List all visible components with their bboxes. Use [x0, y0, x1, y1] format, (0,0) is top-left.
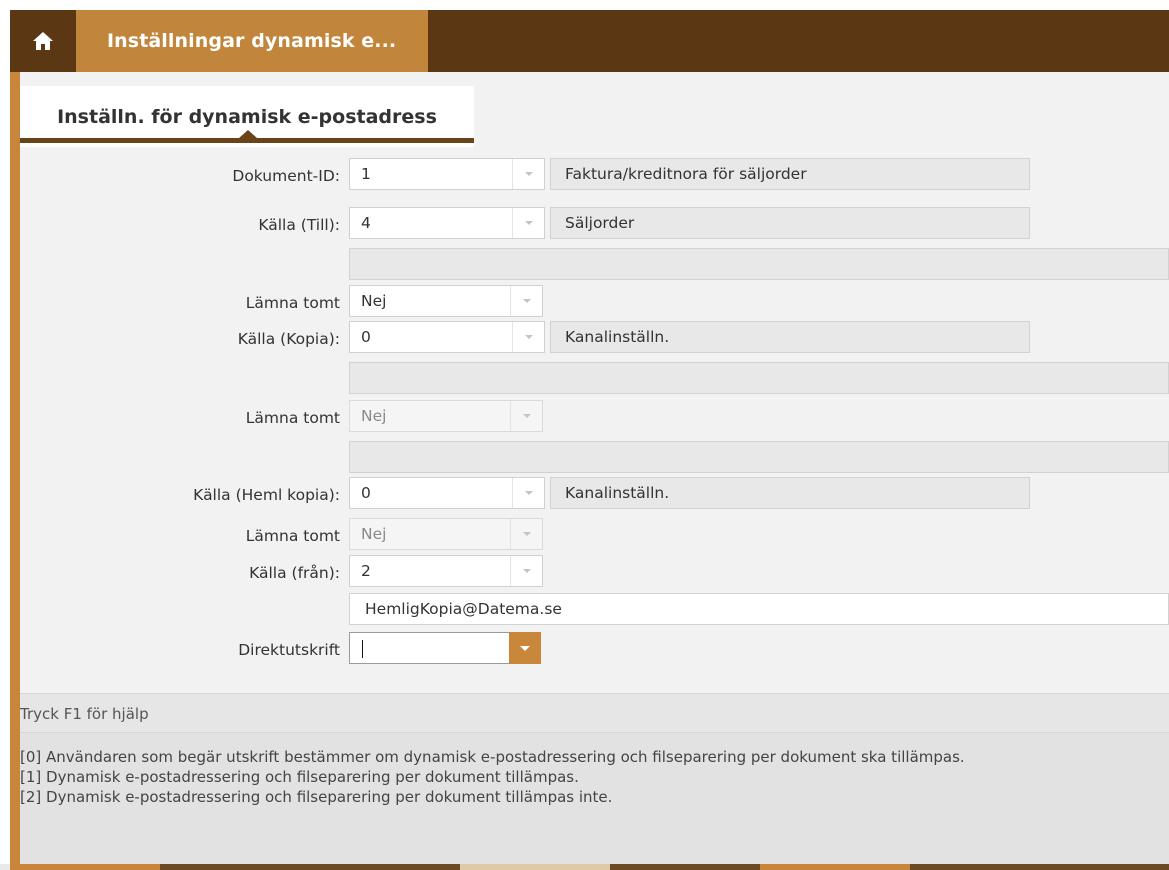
frame-left-border	[10, 72, 20, 870]
lamna-tomt-2-label: Lämna tomt	[245, 409, 340, 427]
tab-label: Inställn. för dynamisk e-postadress	[57, 105, 437, 128]
top-strip	[0, 0, 1169, 10]
main-frame: Inställn. för dynamisk e-postadress Doku…	[20, 72, 1169, 870]
kalla-kopia-address-field[interactable]	[349, 362, 1169, 394]
lamna-tomt-2-value: Nej	[361, 407, 387, 425]
kalla-heml-kopia-description-text: Kanalinställn.	[565, 484, 670, 502]
help-line-1: [1] Dynamisk e-postadressering och filse…	[20, 768, 579, 786]
title-bar: Inställningar dynamisk e...	[10, 10, 1169, 72]
chevron-down-icon	[522, 299, 531, 303]
active-tab-pointer	[239, 130, 257, 138]
kalla-till-combo[interactable]: 4	[349, 207, 545, 239]
text-cursor	[362, 640, 363, 658]
active-tab-underline	[20, 138, 474, 143]
lamna-tomt-1-value: Nej	[361, 292, 387, 310]
chevron-down-icon	[522, 414, 531, 418]
bottom-bar	[0, 864, 1169, 870]
kalla-kopia-value: 0	[361, 328, 371, 346]
kalla-fran-value: 2	[361, 562, 371, 580]
lamna-tomt-3-label: Lämna tomt	[245, 527, 340, 545]
dokument-id-description-text: Faktura/kreditnora för säljorder	[565, 165, 807, 183]
kalla-fran-combo[interactable]: 2	[349, 555, 543, 587]
help-panel: Tryck F1 för hjälp [0] Användaren som be…	[20, 693, 1169, 870]
dokument-id-combo[interactable]: 1	[349, 158, 545, 190]
lamna-tomt-1-label: Lämna tomt	[245, 294, 340, 312]
kalla-heml-kopia-value: 0	[361, 484, 371, 502]
kalla-heml-kopia-address-field[interactable]	[349, 441, 1169, 473]
kalla-till-description-text: Säljorder	[565, 214, 635, 232]
dokument-id-dropdown-button[interactable]	[512, 159, 544, 189]
direktutskrift-dropdown-button[interactable]	[509, 632, 541, 664]
help-line-0: [0] Användaren som begär utskrift bestäm…	[20, 748, 965, 766]
lamna-tomt-2-dropdown-button[interactable]	[510, 401, 542, 431]
help-text: [0] Användaren som begär utskrift bestäm…	[20, 747, 965, 807]
from-email-value: HemligKopia@Datema.se	[365, 600, 562, 618]
kalla-till-address-field[interactable]	[349, 248, 1169, 280]
chevron-down-icon	[524, 221, 533, 225]
help-header: Tryck F1 för hjälp	[20, 693, 1169, 733]
chevron-down-icon	[522, 532, 531, 536]
kalla-kopia-combo[interactable]: 0	[349, 321, 545, 353]
direktutskrift-label: Direktutskrift	[238, 641, 340, 659]
home-icon	[33, 32, 53, 50]
chevron-down-icon	[524, 335, 533, 339]
lamna-tomt-2-combo[interactable]: Nej	[349, 400, 543, 432]
kalla-kopia-dropdown-button[interactable]	[512, 322, 544, 352]
kalla-till-label: Källa (Till):	[258, 216, 340, 234]
kalla-heml-kopia-combo[interactable]: 0	[349, 477, 545, 509]
chevron-down-icon	[520, 645, 530, 651]
help-title: Tryck F1 för hjälp	[20, 705, 149, 723]
kalla-fran-label: Källa (från):	[249, 564, 340, 582]
help-line-2: [2] Dynamisk e-postadressering och filse…	[20, 788, 613, 806]
kalla-kopia-description-text: Kanalinställn.	[565, 328, 670, 346]
kalla-heml-kopia-description: Kanalinställn.	[550, 477, 1030, 509]
dokument-id-value: 1	[361, 165, 371, 183]
form-area: Dokument-ID: 1 Faktura/kreditnora för sä…	[20, 147, 1169, 693]
chevron-down-icon	[522, 569, 531, 573]
kalla-till-value: 4	[361, 214, 371, 232]
kalla-fran-dropdown-button[interactable]	[510, 556, 542, 586]
lamna-tomt-3-value: Nej	[361, 525, 387, 543]
kalla-heml-kopia-dropdown-button[interactable]	[512, 478, 544, 508]
window-title-tab[interactable]: Inställningar dynamisk e...	[76, 10, 428, 72]
kalla-kopia-description: Kanalinställn.	[550, 321, 1030, 353]
dokument-id-description: Faktura/kreditnora för säljorder	[550, 158, 1030, 190]
lamna-tomt-3-dropdown-button[interactable]	[510, 519, 542, 549]
lamna-tomt-1-combo[interactable]: Nej	[349, 285, 543, 317]
chevron-down-icon	[524, 172, 533, 176]
kalla-till-dropdown-button[interactable]	[512, 208, 544, 238]
dokument-id-label: Dokument-ID:	[232, 167, 340, 185]
kalla-kopia-label: Källa (Kopia):	[237, 330, 340, 348]
tab-row: Inställn. för dynamisk e-postadress	[20, 72, 1169, 147]
kalla-heml-kopia-label: Källa (Heml kopia):	[193, 486, 340, 504]
chevron-down-icon	[524, 491, 533, 495]
window-title: Inställningar dynamisk e...	[107, 30, 397, 52]
from-email-field[interactable]: HemligKopia@Datema.se	[349, 593, 1169, 625]
home-button[interactable]	[10, 10, 76, 72]
lamna-tomt-3-combo[interactable]: Nej	[349, 518, 543, 550]
direktutskrift-combo[interactable]	[349, 632, 541, 664]
lamna-tomt-1-dropdown-button[interactable]	[510, 286, 542, 316]
kalla-till-description: Säljorder	[550, 207, 1030, 239]
